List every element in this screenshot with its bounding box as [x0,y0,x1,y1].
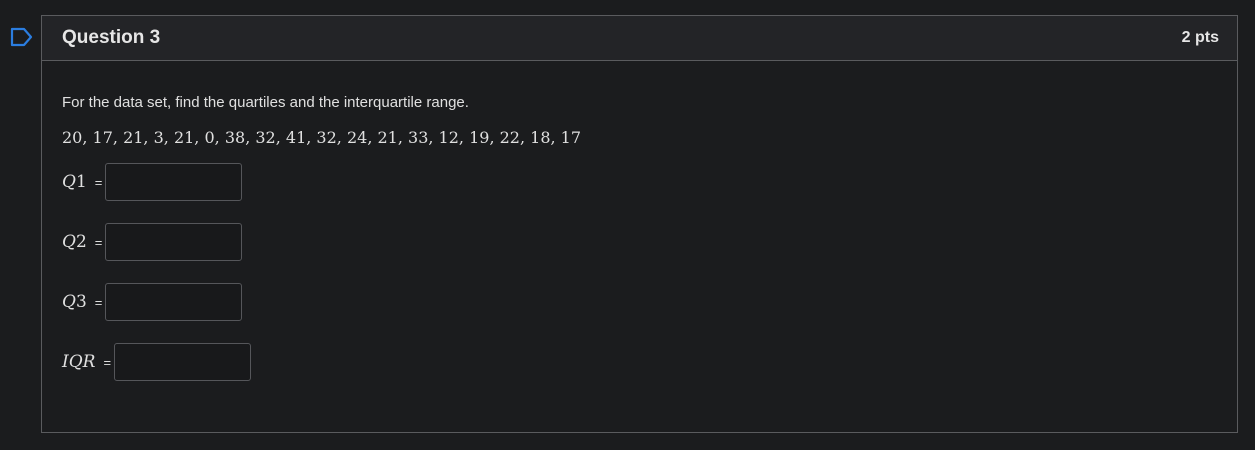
equals-sign: = [94,234,103,250]
flag-question-icon[interactable] [10,27,34,47]
answer-row-q3: Q3 = [62,283,1217,321]
question-header: Question 3 2 pts [42,16,1237,61]
question-title: Question 3 [62,27,161,48]
variable-label-q3: Q3 [62,292,87,312]
variable-label-iqr: IQR [62,352,96,372]
q1-answer-input[interactable] [105,163,243,201]
iqr-answer-input[interactable] [114,343,252,381]
equals-sign: = [94,294,103,310]
answer-row-q2: Q2 = [62,223,1217,261]
equals-sign: = [103,354,112,370]
question-prompt: For the data set, find the quartiles and… [62,94,469,111]
q3-answer-input[interactable] [105,283,243,321]
data-set: 20, 17, 21, 3, 21, 0, 38, 32, 41, 32, 24… [62,128,582,147]
q2-answer-input[interactable] [105,223,243,261]
question-body: For the data set, find the quartiles and… [42,61,1237,381]
answer-row-iqr: IQR = [62,343,1217,381]
question-points: 2 pts [1181,29,1219,46]
equals-sign: = [94,174,103,190]
variable-label-q1: Q1 [62,172,87,192]
question-card: Question 3 2 pts For the data set, find … [41,15,1238,433]
variable-label-q2: Q2 [62,232,87,252]
answer-row-q1: Q1 = [62,163,1217,201]
